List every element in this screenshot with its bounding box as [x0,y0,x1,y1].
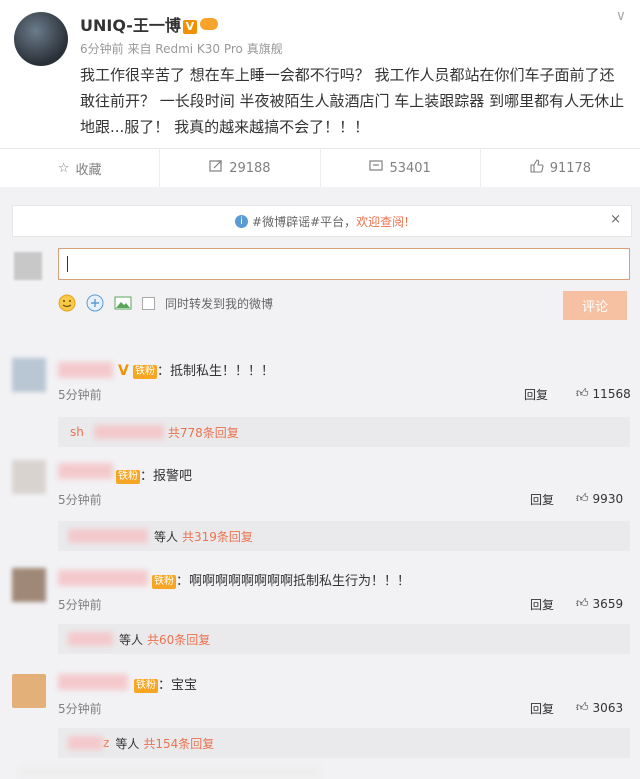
fan-heart-icon [199,18,218,30]
text-caret [67,256,68,272]
topic-icon[interactable] [86,294,104,312]
comment-like-button[interactable]: 👍︎ 3063 [576,700,623,715]
author-avatar[interactable] [14,12,68,66]
reply-button[interactable]: 回复 [530,491,554,508]
blurred-names [68,736,103,750]
sync-repost-label: 同时转发到我的微博 [165,296,274,311]
sub-replies-link[interactable]: 等人 共319条回复 [58,521,630,551]
commenter-name[interactable] [58,674,128,690]
sub-replies-link[interactable]: z 等人 共154条回复 [58,728,630,758]
rumor-notice: i #微博辟谣#平台， 欢迎查阅! × [12,205,632,237]
submit-comment-button[interactable]: 评论 [563,291,627,320]
sub-reply-who: 等人 [154,529,179,544]
comment-like-button[interactable]: 👍︎ 9930 [576,491,623,506]
thumbs-up-icon: 👍︎ [576,596,589,610]
commenter-name[interactable] [58,362,113,378]
repost-icon [209,159,223,177]
thumbs-up-icon: 👍︎ [576,386,589,400]
fan-badge: 铁粉 [152,575,176,589]
comment-count: 53401 [389,160,431,176]
verified-badge-icon: V [182,20,197,34]
sub-reply-who: 等人 [119,632,144,647]
sub-reply-count: 共60条回复 [147,632,211,647]
comment-like-button[interactable]: 👍︎ 11568 [576,386,631,401]
commenter-avatar[interactable] [12,460,46,494]
comment-time: 5分钟前 [58,598,102,612]
comment-text: ：啊啊啊啊啊啊啊啊抵制私生行为！！！ [176,574,411,589]
my-avatar [14,252,42,280]
post-content: 我工作很辛苦了 想在车上睡一会都不行吗？ 我工作人员都站在你们车子面前了还敢往前… [80,66,625,136]
comment-like-button[interactable]: 👍︎ 3659 [576,596,623,611]
reply-button[interactable]: 回复 [530,596,554,613]
comment-text: ：报警吧 [140,469,193,484]
comment-time: 5分钟前 [58,388,102,402]
author-name[interactable]: UNIQ-王一博 [80,16,181,35]
thumbs-up-icon: 👍︎ [576,700,589,714]
commenter-avatar[interactable] [12,674,46,708]
info-icon: i [235,214,249,228]
like-count: 91178 [549,160,592,176]
comment-like-count: 3063 [592,700,624,715]
star-icon: ☆ [57,160,70,176]
comment-time: 5分钟前 [58,702,102,716]
post-actions: ☆ 收藏 29188 53401 91178 [0,148,640,188]
commenter-avatar[interactable] [12,358,46,392]
weibo-post: UNIQ-王一博 V 6分钟前 来自 Redmi K30 Pro 真旗舰 ∨ 我工… [0,0,640,148]
notice-prefix: #微博辟谣#平台， [252,214,357,229]
verified-icon: V [118,363,129,379]
comment-body: V 铁粉 ：抵制私生！！！！ [118,360,274,379]
sub-reply-user: sh [70,425,84,439]
blurred-names [93,425,164,439]
comment-like-count: 9930 [592,491,624,506]
blurred-names [68,632,113,646]
post-meta: 6分钟前 来自 Redmi K30 Pro 真旗舰 [80,42,283,56]
image-icon[interactable] [114,294,132,312]
next-comment-preview [20,765,320,779]
commenter-name[interactable] [58,570,148,586]
sub-replies-link[interactable]: sh 共778条回复 [58,417,630,447]
sub-reply-count: 共154条回复 [143,736,215,751]
commenter-avatar[interactable] [12,568,46,602]
author-name-row: UNIQ-王一博 V [80,12,218,36]
repost-button[interactable]: 29188 [160,149,321,187]
thumbs-up-icon [530,159,544,177]
comment-body: 铁粉 ：报警吧 [116,465,192,484]
comment-time: 5分钟前 [58,493,102,507]
comment-like-count: 11568 [592,386,631,401]
fan-badge: 铁粉 [134,679,158,693]
sync-repost-checkbox[interactable] [142,296,155,310]
sub-reply-count: 共778条回复 [167,425,239,440]
favorite-label: 收藏 [75,162,102,178]
comment-text: ：抵制私生！！！！ [156,364,274,379]
thumbs-up-icon: 👍︎ [576,491,589,505]
sub-reply-who: 等人 [115,736,140,751]
fan-badge: 铁粉 [132,365,157,379]
comment-like-count: 3659 [592,596,624,611]
composer-toolbar: 同时转发到我的微博 [58,290,630,316]
comment-input[interactable] [58,248,630,280]
notice-link[interactable]: 欢迎查阅! [356,213,409,230]
close-icon[interactable]: × [610,212,621,227]
emoji-icon[interactable] [58,294,76,312]
comment-text: ：宝宝 [158,678,198,693]
sub-reply-user: z [103,736,110,750]
comment-body: 铁粉 ：宝宝 [134,674,197,693]
repost-count: 29188 [229,160,271,176]
blurred-names [68,529,148,543]
reply-button[interactable]: 回复 [524,386,548,403]
comment-icon [369,159,384,177]
fan-badge: 铁粉 [116,470,140,484]
sub-replies-link[interactable]: 等人 共60条回复 [58,624,630,654]
chevron-down-icon[interactable]: ∨ [616,8,626,24]
comment-body: 铁粉 ：啊啊啊啊啊啊啊啊抵制私生行为！！！ [152,570,410,589]
comment-button[interactable]: 53401 [321,149,481,187]
commenter-name[interactable] [58,463,113,479]
like-button[interactable]: 91178 [481,149,640,187]
reply-button[interactable]: 回复 [530,700,554,717]
favorite-button[interactable]: ☆ 收藏 [0,149,161,187]
sub-reply-count: 共319条回复 [182,529,253,544]
